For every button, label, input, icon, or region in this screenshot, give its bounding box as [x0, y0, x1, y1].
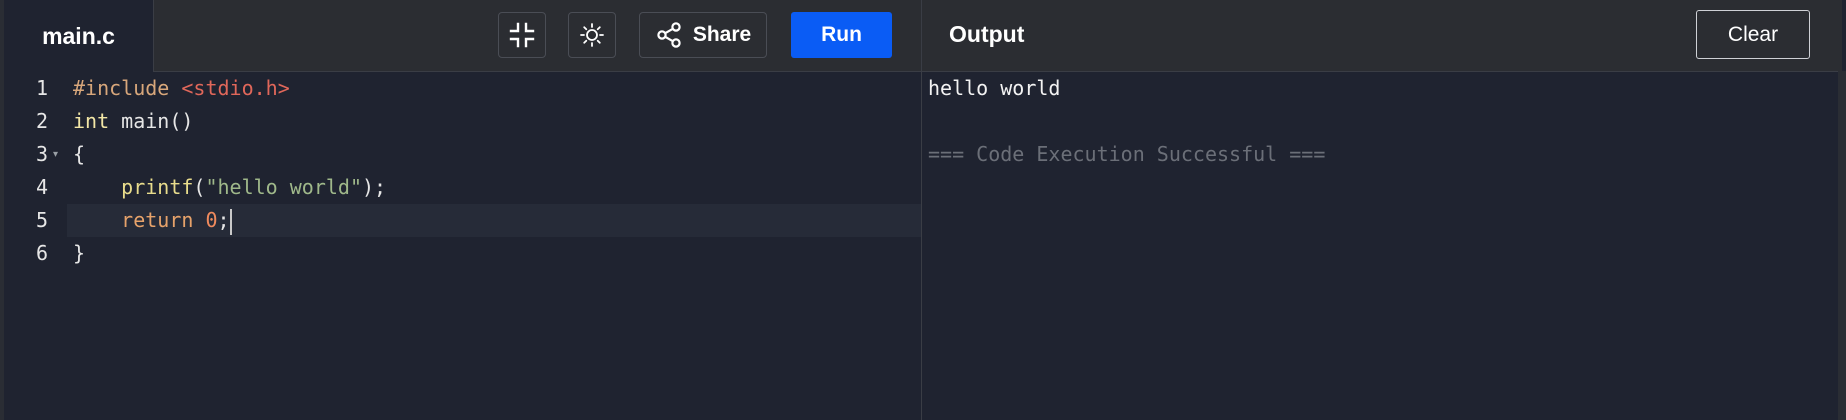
execution-status: === Code Execution Successful === [928, 142, 1326, 166]
code-line[interactable]: { [4, 138, 921, 171]
output-line: hello world [928, 76, 1061, 100]
exit-fullscreen-icon [509, 22, 535, 48]
code-text: } [73, 241, 86, 265]
top-toolbar: main.c Share Run Output Clear [4, 0, 1842, 72]
code-text: int main() [73, 109, 194, 133]
code-text: printf("hello world"); [121, 175, 387, 199]
share-icon [657, 22, 681, 48]
clear-button[interactable]: Clear [1696, 10, 1810, 59]
sun-icon [580, 23, 604, 47]
theme-toggle-button[interactable] [568, 12, 616, 58]
share-label: Share [692, 23, 752, 46]
code-text: { [73, 142, 86, 166]
run-button[interactable]: Run [791, 12, 892, 58]
code-text: #include <stdio.h> [73, 76, 290, 100]
code-line[interactable]: printf("hello world"); [4, 171, 921, 204]
text-cursor [229, 208, 232, 235]
code-editor[interactable]: 1 #include <stdio.h> 2 int main() 3 ▾{4 print… [4, 72, 921, 420]
code-line[interactable]: #include <stdio.h> [4, 72, 921, 105]
share-button[interactable]: Share [639, 12, 767, 58]
scrollbar-track[interactable] [1838, 71, 1846, 420]
output-panel: hello world === Code Execution Successfu… [928, 72, 1838, 420]
tab-main-c[interactable]: main.c [4, 0, 154, 72]
code-line[interactable]: int main() [4, 105, 921, 138]
code-text: return 0; [73, 204, 232, 237]
exit-fullscreen-button[interactable] [498, 12, 546, 58]
code-line[interactable]: return 0; [4, 204, 921, 237]
output-title: Output [949, 20, 1025, 47]
pane-divider[interactable] [921, 0, 922, 420]
code-line[interactable]: } [4, 237, 921, 270]
